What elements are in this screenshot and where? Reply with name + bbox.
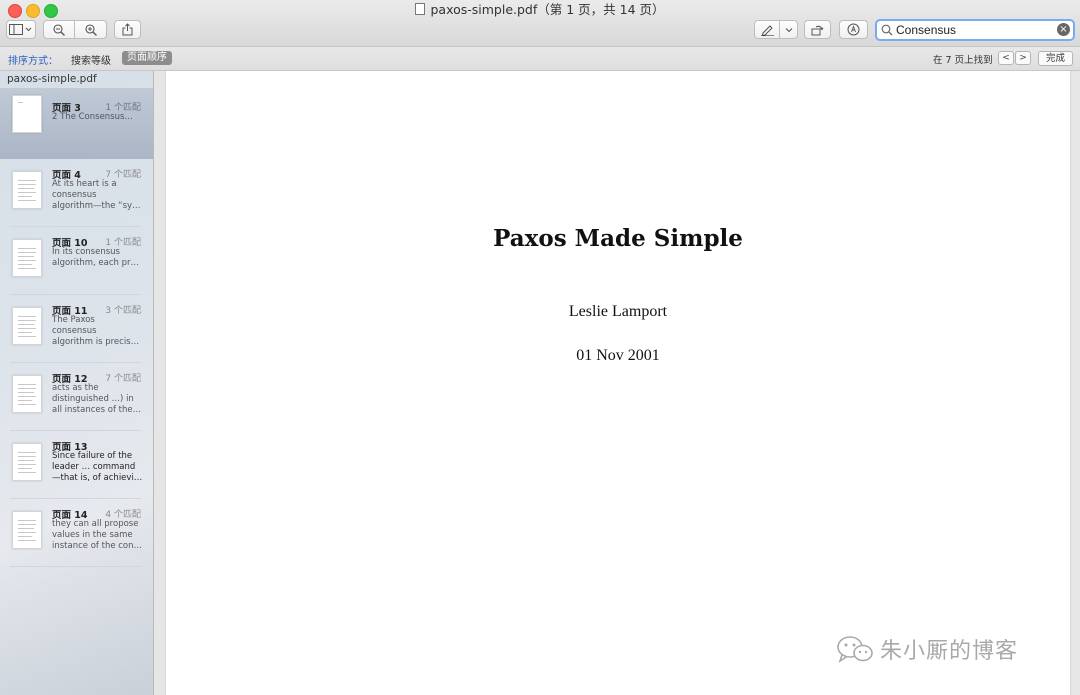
search-result-item[interactable]: 页面 3 1 个匹配 2 The Consensus… [0,89,153,159]
search-result-item[interactable]: 页面 14 4 个匹配 they can all propose values … [0,499,153,567]
document-author: Leslie Lamport [568,303,668,320]
search-results-sidebar: paxos-simple.pdf 页面 3 1 个匹配 2 The Consen… [0,71,154,695]
found-count-text: 在 7 页上找到 [933,55,993,66]
watermark: 朱小厮的博客 [836,633,1018,665]
search-input[interactable] [893,22,1046,38]
search-result-item[interactable]: 页面 4 7 个匹配 At its heart is a consensus a… [0,159,153,227]
document-date: 01 Nov 2001 [576,347,660,364]
search-result-item[interactable]: 页面 13 Since failure of the leader … comm… [0,431,153,499]
page-thumbnail [12,171,42,209]
result-snippet: At its heart is a consensus algorithm—th… [52,179,141,211]
page-thumbnail [12,443,42,481]
search-field[interactable]: × [875,19,1075,41]
window-title: paxos-simple.pdf（第 1 页，共 14 页） [0,2,1080,18]
page-thumbnail [12,239,42,277]
sidebar-file-name: paxos-simple.pdf [7,73,97,85]
search-result-item[interactable]: 页面 10 1 个匹配 In its consensus algorithm, … [0,227,153,295]
document-view[interactable]: Paxos Made Simple Leslie Lamport 01 Nov … [154,71,1080,695]
result-snippet: acts as the distinguished …) in all inst… [52,383,142,415]
search-result-item[interactable]: 页面 12 7 个匹配 acts as the distinguished …)… [0,363,153,431]
result-snippet: In its consensus algorithm, each pr… [52,247,140,268]
zoom-out-icon [53,23,65,36]
result-snippet: 2 The Consensus… [52,112,133,122]
sort-by-relevance-button[interactable]: 搜索等级 [71,52,111,67]
result-snippet: Since failure of the leader … command —t… [52,451,143,483]
zoom-in-button[interactable] [74,20,107,39]
markup-button[interactable] [754,20,780,39]
pen-icon [760,24,774,36]
document-title: Paxos Made Simple [493,225,743,252]
search-icon [881,24,893,36]
page-thumbnail [12,307,42,345]
annotate-button[interactable] [839,20,868,39]
pdf-page: Paxos Made Simple Leslie Lamport 01 Nov … [165,71,1071,695]
done-button[interactable]: 完成 [1038,51,1073,66]
share-button[interactable] [114,20,141,39]
sort-label: 排序方式： [8,56,58,67]
preview-window: paxos-simple.pdf（第 1 页，共 14 页） Consensus… [0,0,1080,695]
search-results-bar: 排序方式： 搜索等级 页面顺序 在 7 页上找到 < > 完成 [0,47,1080,71]
rotate-icon [811,25,824,35]
annotate-icon [847,23,860,36]
watermark-text: 朱小厮的博客 [880,639,1019,664]
pdf-document-icon [415,3,426,15]
sidebar-toggle-button[interactable] [6,20,36,39]
sidebar-icon [9,24,32,35]
sort-by-page-order-button[interactable]: 页面顺序 [122,51,172,65]
window-title-text: paxos-simple.pdf（第 1 页，共 14 页） [430,2,665,17]
page-thumbnail [12,375,42,413]
clear-search-icon[interactable]: × [1057,23,1070,36]
previous-match-button[interactable]: < [998,51,1014,65]
toolbar: paxos-simple.pdf（第 1 页，共 14 页） Consensus… [0,0,1080,47]
rotate-button[interactable] [804,20,831,39]
result-snippet: The Paxos consensus algorithm is precis… [52,315,140,347]
search-result-item[interactable]: 页面 11 3 个匹配 The Paxos consensus algorith… [0,295,153,363]
zoom-in-icon [84,23,97,36]
wechat-icon [837,636,873,663]
page-thumbnail [12,95,42,133]
next-match-button[interactable]: > [1015,51,1031,65]
zoom-out-button[interactable] [43,20,75,39]
page-thumbnail [12,511,42,549]
share-icon [122,23,133,36]
result-snippet: they can all propose values in the same … [52,519,143,551]
markup-menu-button[interactable] [779,20,798,39]
chevron-down-icon [785,27,792,32]
